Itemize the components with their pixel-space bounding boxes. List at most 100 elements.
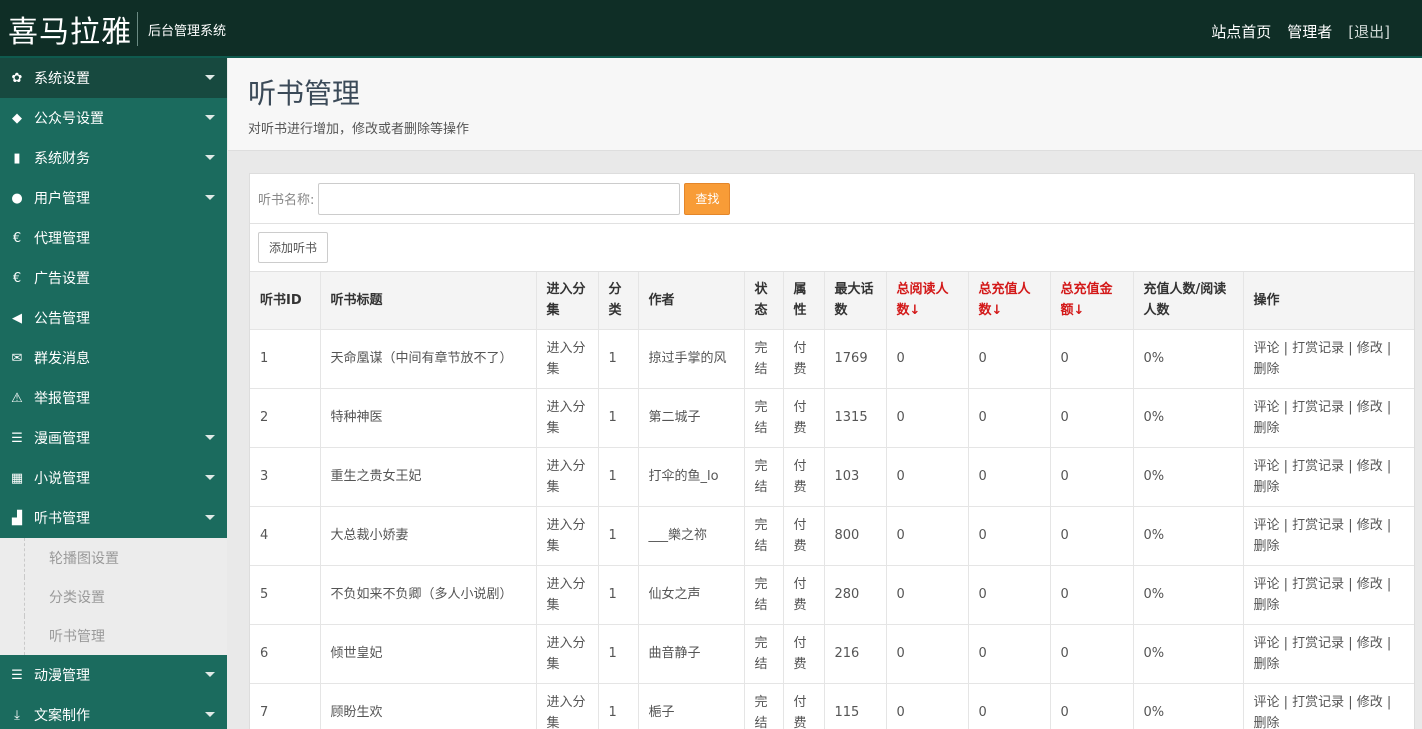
cell-episodes-link[interactable]: 进入分集 xyxy=(536,506,599,566)
logout-link[interactable]: [退出] xyxy=(1348,21,1390,42)
cell-ratio: 0% xyxy=(1133,388,1244,448)
search-bar: 听书名称: 查找 xyxy=(250,174,1414,224)
sidebar-item-users[interactable]: ● 用户管理 xyxy=(0,178,227,218)
add-audiobook-button[interactable]: 添加听书 xyxy=(258,232,329,263)
cell-max-chapters: 1315 xyxy=(824,388,887,448)
cell-total-readers: 0 xyxy=(886,447,969,507)
caret-down-icon xyxy=(205,515,215,520)
list-icon: ☰ xyxy=(11,667,23,683)
cell-status: 完结 xyxy=(744,447,784,507)
cell-total-amount: 0 xyxy=(1050,388,1134,448)
search-input[interactable] xyxy=(318,182,681,215)
cell-episodes-link[interactable]: 进入分集 xyxy=(536,683,599,729)
cell-id: 3 xyxy=(250,447,321,507)
sidebar-item-label: 系统设置 xyxy=(34,71,90,87)
cell-title: 顾盼生欢 xyxy=(320,683,537,729)
sidebar-item-audiobooks[interactable]: ▟ 听书管理 xyxy=(0,498,227,538)
page-header: 听书管理 对听书进行增加，修改或者删除等操作 xyxy=(228,58,1422,151)
cell-total-amount: 0 xyxy=(1050,565,1134,625)
cell-actions[interactable]: 评论 | 打赏记录 | 修改 | 删除 xyxy=(1243,683,1414,729)
site-home-link[interactable]: 站点首页 xyxy=(1211,21,1271,42)
cell-episodes-link[interactable]: 进入分集 xyxy=(536,447,599,507)
cell-id: 6 xyxy=(250,624,321,684)
cell-total-payers: 0 xyxy=(968,329,1051,389)
col-header-total-readers-sort[interactable]: 总阅读人数↓ xyxy=(886,272,969,330)
cell-status: 完结 xyxy=(744,329,784,389)
sidebar-item-label: 动漫管理 xyxy=(34,668,90,684)
cell-total-readers: 0 xyxy=(886,683,969,729)
euro-icon: € xyxy=(12,230,22,246)
sidebar-item-anime[interactable]: ☰ 动漫管理 xyxy=(0,655,227,695)
user-icon: ● xyxy=(11,190,23,206)
cell-category: 1 xyxy=(598,624,639,684)
cell-attribute: 付费 xyxy=(783,506,825,566)
cell-ratio: 0% xyxy=(1133,506,1244,566)
cell-author: 第二城子 xyxy=(638,388,745,448)
cell-actions[interactable]: 评论 | 打赏记录 | 修改 | 删除 xyxy=(1243,624,1414,684)
cell-status: 完结 xyxy=(744,683,784,729)
sidebar-item-wechat-settings[interactable]: ◆ 公众号设置 xyxy=(0,98,227,138)
sidebar-item-copywriting[interactable]: ⤓ 文案制作 xyxy=(0,695,227,729)
admin-link[interactable]: 管理者 xyxy=(1287,21,1332,42)
col-header-total-payers-sort[interactable]: 总充值人数↓ xyxy=(968,272,1051,330)
sidebar-item-agents[interactable]: € 代理管理 xyxy=(0,218,227,258)
search-button[interactable]: 查找 xyxy=(684,182,731,215)
col-header-title: 听书标题 xyxy=(320,272,537,330)
sidebar-item-label: 系统财务 xyxy=(34,151,90,167)
megaphone-icon: ◀ xyxy=(12,310,22,326)
cell-ratio: 0% xyxy=(1133,683,1244,729)
submenu-item-categories[interactable]: 分类设置 xyxy=(24,577,227,616)
cell-actions[interactable]: 评论 | 打赏记录 | 修改 | 删除 xyxy=(1243,565,1414,625)
sidebar-item-novels[interactable]: ▦ 小说管理 xyxy=(0,458,227,498)
cell-total-payers: 0 xyxy=(968,683,1051,729)
cell-episodes-link[interactable]: 进入分集 xyxy=(536,624,599,684)
table-header-row: 听书ID 听书标题 进入分集 分类 作者 状态 属性 最大话数 总阅读人数↓ 总… xyxy=(250,272,1414,330)
tags-icon: ◆ xyxy=(12,110,22,126)
sidebar-item-announcements[interactable]: ◀ 公告管理 xyxy=(0,298,227,338)
cell-total-payers: 0 xyxy=(968,388,1051,448)
grid-icon: ▦ xyxy=(10,470,24,486)
col-header-total-amount-sort[interactable]: 总充值金额↓ xyxy=(1050,272,1134,330)
sidebar-item-label: 代理管理 xyxy=(34,231,90,247)
caret-down-icon xyxy=(205,712,215,717)
sidebar-item-broadcast[interactable]: ✉ 群发消息 xyxy=(0,338,227,378)
cell-actions[interactable]: 评论 | 打赏记录 | 修改 | 删除 xyxy=(1243,506,1414,566)
audiobook-table: 听书ID 听书标题 进入分集 分类 作者 状态 属性 最大话数 总阅读人数↓ 总… xyxy=(250,272,1414,729)
sidebar-item-system-settings[interactable]: ✿ 系统设置 xyxy=(0,58,227,98)
sidebar-item-ads[interactable]: € 广告设置 xyxy=(0,258,227,298)
cell-episodes-link[interactable]: 进入分集 xyxy=(536,388,599,448)
col-header-attribute: 属性 xyxy=(783,272,825,330)
brand-subtitle: 后台管理系统 xyxy=(148,24,227,39)
action-bar: 添加听书 xyxy=(250,224,1414,272)
brand-divider xyxy=(137,12,138,46)
cell-episodes-link[interactable]: 进入分集 xyxy=(536,565,599,625)
cell-title: 天命凰谋（中间有章节放不了） xyxy=(320,329,537,389)
col-header-category: 分类 xyxy=(598,272,639,330)
top-links: 站点首页 管理者 [退出] xyxy=(1211,21,1390,42)
cell-status: 完结 xyxy=(744,624,784,684)
submenu-item-carousel[interactable]: 轮播图设置 xyxy=(24,538,227,577)
submenu-item-audiobooks[interactable]: 听书管理 xyxy=(24,616,227,655)
cell-category: 1 xyxy=(598,329,639,389)
sidebar-item-comics[interactable]: ☰ 漫画管理 xyxy=(0,418,227,458)
list-icon: ☰ xyxy=(11,430,23,446)
sidebar-item-label: 听书管理 xyxy=(34,511,90,527)
cell-category: 1 xyxy=(598,388,639,448)
brand-logo[interactable]: 喜马拉雅 xyxy=(8,7,132,51)
cell-category: 1 xyxy=(598,565,639,625)
cell-status: 完结 xyxy=(744,565,784,625)
sidebar-item-finance[interactable]: ▮ 系统财务 xyxy=(0,138,227,178)
cell-actions[interactable]: 评论 | 打赏记录 | 修改 | 删除 xyxy=(1243,388,1414,448)
cell-ratio: 0% xyxy=(1133,624,1244,684)
cell-max-chapters: 216 xyxy=(824,624,887,684)
cell-actions[interactable]: 评论 | 打赏记录 | 修改 | 删除 xyxy=(1243,329,1414,389)
cell-max-chapters: 1769 xyxy=(824,329,887,389)
col-header-author: 作者 xyxy=(638,272,745,330)
sidebar-item-reports[interactable]: ⚠ 举报管理 xyxy=(0,378,227,418)
caret-down-icon xyxy=(205,75,215,80)
cell-episodes-link[interactable]: 进入分集 xyxy=(536,329,599,389)
content-panel: 听书名称: 查找 添加听书 听书ID 听书标题 进入分集 分类 作者 状态 属性… xyxy=(249,173,1415,729)
cell-total-payers: 0 xyxy=(968,565,1051,625)
cell-max-chapters: 280 xyxy=(824,565,887,625)
cell-actions[interactable]: 评论 | 打赏记录 | 修改 | 删除 xyxy=(1243,447,1414,507)
